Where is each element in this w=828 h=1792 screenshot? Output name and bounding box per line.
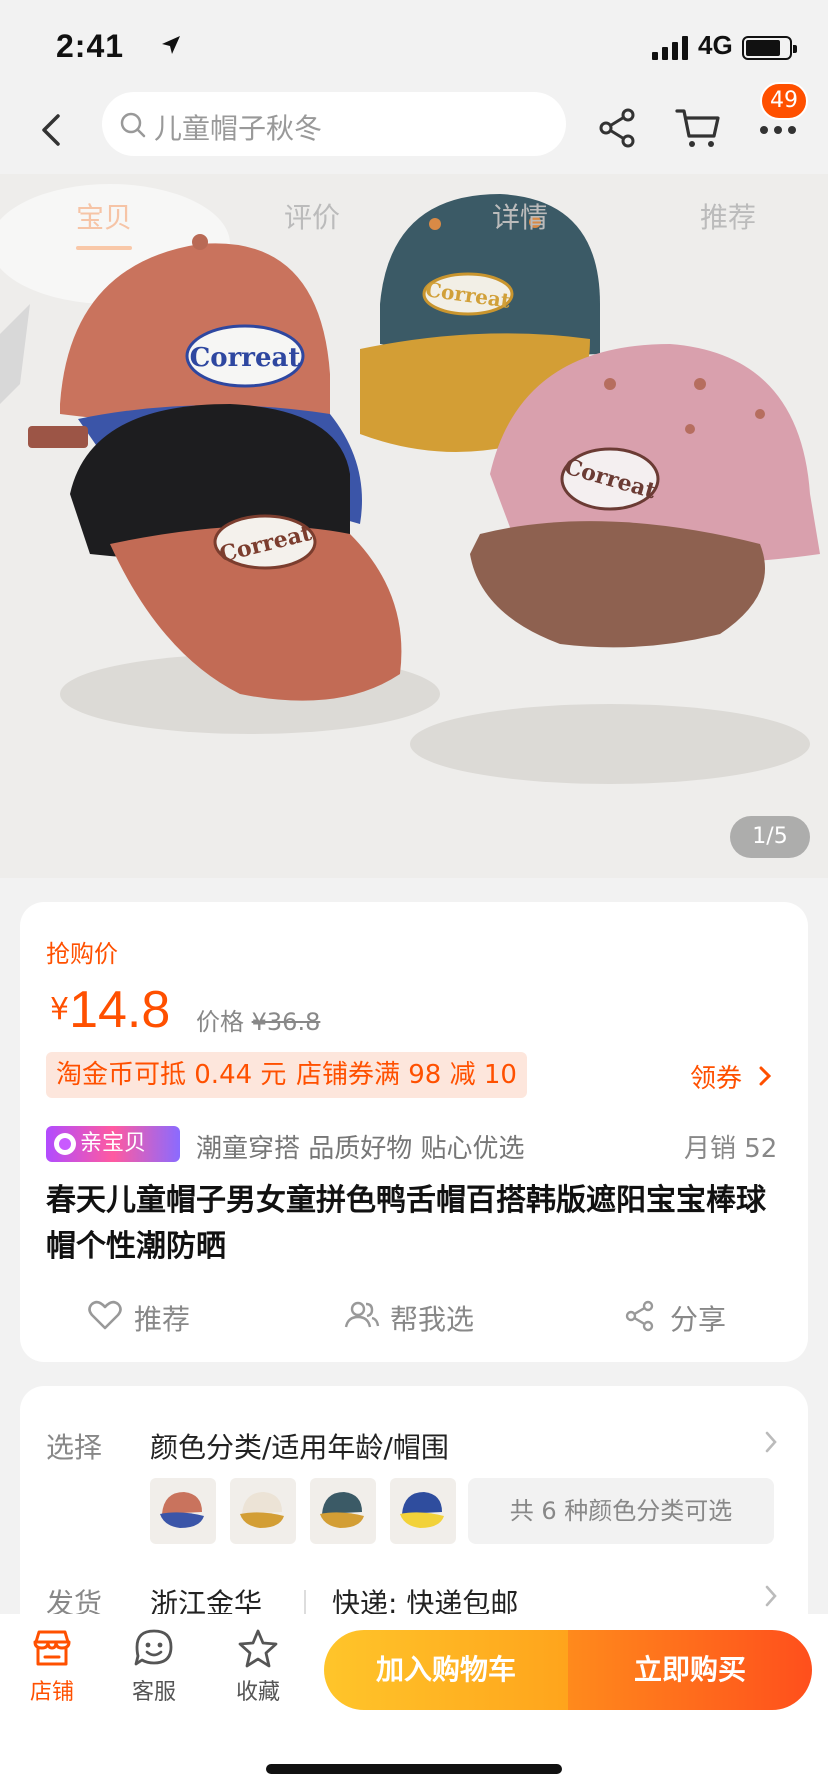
- people-icon: [344, 1301, 380, 1328]
- color-thumb-teal-mustard[interactable]: [310, 1478, 376, 1544]
- chevron-right-icon[interactable]: [764, 1584, 778, 1608]
- select-options[interactable]: 颜色分类/适用年龄/帽围: [150, 1426, 449, 1466]
- qinbaobei-logo: 亲宝贝: [46, 1126, 180, 1162]
- chevron-right-icon[interactable]: [764, 1430, 778, 1454]
- tab-recommend[interactable]: 推荐: [700, 196, 756, 236]
- select-label: 选择: [46, 1431, 103, 1464]
- color-thumb-blue-yellow[interactable]: [390, 1478, 456, 1544]
- original-price-value: ¥36.8: [251, 1008, 321, 1036]
- heart-icon: [88, 1300, 122, 1330]
- image-counter: 1/5: [730, 816, 810, 858]
- price-value: 14.8: [69, 981, 171, 1039]
- color-thumb-beige-mustard[interactable]: [230, 1478, 296, 1544]
- store-button[interactable]: 店铺: [12, 1628, 92, 1706]
- tab-product[interactable]: 宝贝: [76, 196, 132, 236]
- original-price: 价格 ¥36.8: [196, 1002, 320, 1037]
- tagline-text: 潮童穿搭 品质好物 贴心优选: [196, 1134, 525, 1164]
- get-coupon-label: 领券: [690, 1064, 743, 1094]
- message-badge: 49: [760, 82, 808, 120]
- store-icon: [33, 1630, 71, 1666]
- gallery-tabs: 宝贝 评价 详情 推荐: [0, 188, 828, 250]
- hat-logo-text: Correat: [190, 343, 301, 373]
- tab-indicator: [76, 246, 132, 250]
- currency-symbol: ¥: [50, 992, 70, 1027]
- search-placeholder: 儿童帽子秋冬: [154, 112, 323, 145]
- tab-reviews[interactable]: 评价: [284, 196, 340, 236]
- product-title: 春天儿童帽子男女童拼色鸭舌帽百搭韩版遮阳宝宝棒球帽个性潮防晒: [46, 1183, 766, 1264]
- search-input[interactable]: 儿童帽子秋冬: [102, 92, 566, 156]
- color-thumb-orange-blue[interactable]: [150, 1478, 216, 1544]
- battery-icon: [742, 36, 797, 60]
- tab-details[interactable]: 详情: [492, 196, 548, 236]
- favorite-button[interactable]: 收藏: [218, 1628, 298, 1706]
- top-nav: 儿童帽子秋冬 49: [0, 82, 828, 174]
- back-icon[interactable]: [30, 108, 74, 152]
- original-price-label: 价格: [196, 1008, 244, 1036]
- store-coupon-chip[interactable]: 店铺券满 98 减 10: [286, 1052, 527, 1098]
- home-indicator: [266, 1764, 562, 1774]
- chevron-right-icon: [759, 1066, 772, 1086]
- product-info-card: 抢购价 ¥14.8 价格 ¥36.8 淘金币可抵 0.44 元 店铺券满 98 …: [20, 902, 808, 1362]
- star-icon: [238, 1629, 278, 1668]
- flash-price-label: 抢购价: [46, 940, 118, 968]
- location-arrow-icon: [162, 36, 180, 54]
- product-image: Correat Correat Correat Correat: [0, 174, 828, 878]
- share-icon: [625, 1300, 654, 1332]
- get-coupon-button[interactable]: 领券: [690, 1058, 772, 1095]
- monthly-sales: 月销 52: [684, 1134, 778, 1164]
- signal-icon: [652, 36, 688, 60]
- bottom-action-bar: 店铺 客服 收藏 加入购物车 立即购买: [0, 1614, 828, 1792]
- search-icon: [120, 112, 146, 138]
- status-bar: 2:41 4G: [0, 0, 828, 90]
- status-time: 2:41: [56, 28, 125, 64]
- customer-service-button[interactable]: 客服: [114, 1628, 194, 1706]
- product-actions: 推荐 帮我选 分享: [20, 1292, 808, 1342]
- qinbaobei-icon: [54, 1133, 76, 1155]
- cart-icon[interactable]: [674, 106, 722, 150]
- chat-face-icon: [134, 1629, 173, 1666]
- share-icon[interactable]: [596, 106, 640, 150]
- more-colors-button[interactable]: 共 6 种颜色分类可选: [468, 1478, 774, 1544]
- network-type: 4G: [698, 30, 733, 60]
- buy-now-button[interactable]: 立即购买: [568, 1630, 812, 1710]
- add-to-cart-button[interactable]: 加入购物车: [324, 1630, 568, 1710]
- product-image-gallery[interactable]: Correat Correat Correat Correat 宝贝 评价 详情…: [0, 174, 828, 878]
- coin-discount-chip[interactable]: 淘金币可抵 0.44 元: [46, 1052, 297, 1098]
- current-price: ¥14.8: [50, 980, 170, 1040]
